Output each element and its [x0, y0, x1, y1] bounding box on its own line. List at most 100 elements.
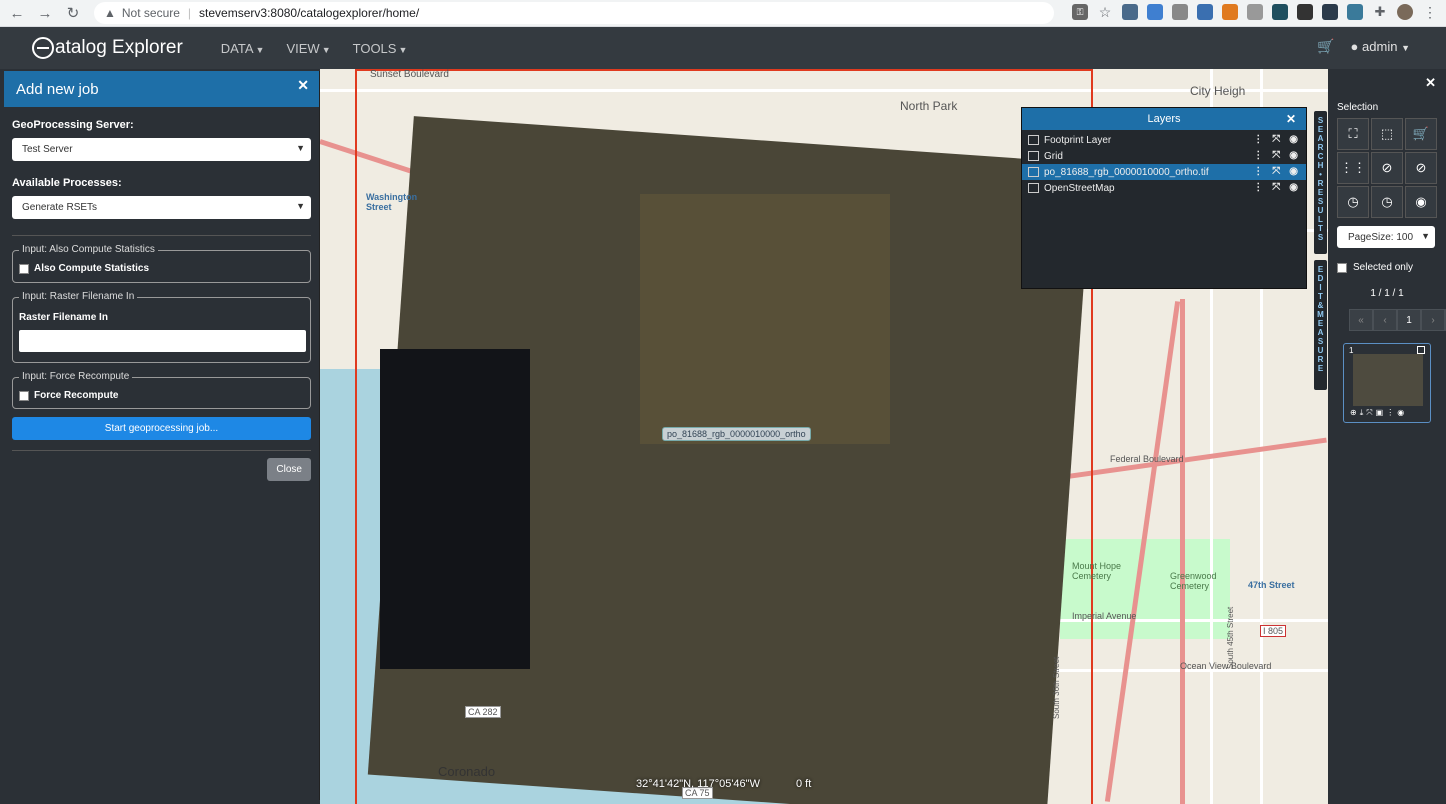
eye-icon[interactable]: ◉	[1397, 408, 1404, 418]
compute-stats-label: Also Compute Statistics	[34, 263, 150, 274]
selection-label: Selection	[1337, 102, 1379, 113]
reload-icon[interactable]: ↻	[62, 2, 84, 24]
extension-icon[interactable]	[1247, 4, 1263, 20]
extension-icon[interactable]	[1297, 4, 1313, 20]
selection-tools: ⛶ ⬚ 🛒 ⋮⋮ ⊘ ⊘ ◷ ◷ ◉	[1337, 118, 1437, 218]
eye-icon[interactable]: ◉	[1405, 186, 1437, 218]
profile-avatar[interactable]	[1397, 4, 1413, 20]
layer-row-selected[interactable]: po_81688_rgb_0000010000_ortho.tif ⋮ ⤧ ◉	[1022, 164, 1306, 180]
extension-icons: ⚿ ☆ ✚ ⋮	[1072, 4, 1438, 20]
extension-icon[interactable]	[1222, 4, 1238, 20]
panel-header: Add new job ✕	[4, 71, 319, 107]
chevron-down-icon: ▼	[1421, 231, 1430, 241]
zoom-to-icon[interactable]: ⤧	[1272, 150, 1280, 161]
close-icon[interactable]: ✕	[297, 77, 309, 94]
tab-search-results[interactable]: SEARCH•RESULTS	[1314, 111, 1327, 254]
eye-icon[interactable]: ◉	[1289, 182, 1298, 193]
footprint-boundary	[355, 69, 357, 804]
page-size-select[interactable]: PageSize: 100 ▼	[1337, 226, 1435, 248]
select-checkbox-icon[interactable]	[1417, 346, 1425, 354]
map-label: I 805	[1260, 625, 1287, 637]
process-select[interactable]: Generate RSETs ▼	[12, 196, 311, 219]
raster-filename-input[interactable]	[19, 330, 306, 352]
box-select-icon[interactable]: ⬚	[1371, 118, 1403, 150]
selected-only-checkbox[interactable]	[1337, 262, 1347, 273]
pagination: « ‹ 1 › »	[1349, 309, 1446, 331]
start-job-button[interactable]: Start geoprocessing job...	[12, 417, 311, 440]
brand-logo[interactable]: atalog Explorer	[32, 37, 183, 59]
globe-icon	[32, 37, 54, 59]
layer-row[interactable]: Grid ⋮ ⤧ ◉	[1022, 148, 1306, 164]
extension-icon[interactable]	[1322, 4, 1338, 20]
force-recompute-label: Force Recompute	[34, 390, 119, 401]
map-label: Mount Hope Cemetery	[1072, 561, 1122, 581]
selected-only-row: Selected only	[1337, 262, 1413, 273]
kebab-icon[interactable]: ⋮	[1253, 182, 1263, 193]
current-page[interactable]: 1	[1397, 309, 1421, 331]
clock-a-icon[interactable]: ◷	[1371, 186, 1403, 218]
layer-row[interactable]: Footprint Layer ⋮ ⤧ ◉	[1022, 132, 1306, 148]
next-page-icon[interactable]: ›	[1421, 309, 1445, 331]
extension-icon[interactable]	[1122, 4, 1138, 20]
select-all-icon[interactable]: ⛶	[1337, 118, 1369, 150]
layer-row[interactable]: OpenStreetMap ⋮ ⤧ ◉	[1022, 180, 1306, 196]
star-icon[interactable]: ☆	[1097, 4, 1113, 20]
globe-icon[interactable]: ⊕	[1350, 408, 1357, 418]
raster-tag[interactable]: po_81688_rgb_0000010000_ortho	[662, 427, 811, 441]
process-value: Generate RSETs	[22, 202, 98, 213]
extension-icon[interactable]	[1272, 4, 1288, 20]
prev-page-icon[interactable]: ‹	[1373, 309, 1397, 331]
extension-icon[interactable]	[1347, 4, 1363, 20]
user-menu[interactable]: ● admin ▼	[1351, 39, 1410, 54]
cart-icon[interactable]: 🛒	[1405, 118, 1437, 150]
extension-icon[interactable]	[1197, 4, 1213, 20]
key-icon[interactable]: ⚿	[1072, 4, 1088, 20]
eye-icon[interactable]: ◉	[1289, 134, 1298, 145]
fieldset-force-recompute: Input: Force Recompute Force Recompute	[12, 371, 311, 409]
hide-unselected-icon[interactable]: ⊘	[1405, 152, 1437, 184]
kebab-icon[interactable]: ⋮	[1253, 134, 1263, 145]
eye-icon[interactable]: ◉	[1289, 150, 1298, 161]
zoom-to-icon[interactable]: ⤧	[1272, 182, 1280, 193]
url-separator: |	[187, 6, 192, 20]
kebab-icon[interactable]: ⋮	[1386, 408, 1394, 418]
layer-name: Grid	[1044, 150, 1063, 162]
close-button[interactable]: Close	[267, 458, 311, 481]
extension-icon[interactable]	[1147, 4, 1163, 20]
address-bar[interactable]: ▲ Not secure | stevemserv3:8080/cataloge…	[94, 2, 1054, 24]
hide-selected-icon[interactable]: ⊘	[1371, 152, 1403, 184]
download-icon[interactable]: ⤓	[1360, 408, 1364, 418]
kebab-icon[interactable]: ⋮	[1253, 150, 1263, 161]
menu-tools[interactable]: TOOLS ▼	[349, 37, 412, 60]
menu-data[interactable]: DATA ▼	[217, 37, 269, 60]
compute-stats-checkbox[interactable]	[19, 263, 29, 274]
cart-icon[interactable]: ▣	[1376, 408, 1384, 418]
zoom-to-icon[interactable]: ⤧	[1272, 134, 1280, 145]
grid-select-icon[interactable]: ⋮⋮	[1337, 152, 1369, 184]
first-page-icon[interactable]: «	[1349, 309, 1373, 331]
clock-r-icon[interactable]: ◷	[1337, 186, 1369, 218]
eye-icon[interactable]: ◉	[1289, 166, 1298, 177]
menu-view[interactable]: VIEW ▼	[282, 37, 334, 60]
extension-icon[interactable]	[1172, 4, 1188, 20]
zoom-to-icon[interactable]: ⤧	[1272, 166, 1280, 177]
grid-layer-icon	[1028, 151, 1039, 161]
kebab-icon[interactable]: ⋮	[1253, 166, 1263, 177]
close-icon[interactable]: ✕	[1286, 112, 1296, 126]
force-recompute-checkbox[interactable]	[19, 390, 29, 401]
caret-down-icon: ▼	[255, 44, 265, 55]
tab-edit-measure[interactable]: EDIT&MEASURE	[1314, 260, 1327, 390]
kebab-menu-icon[interactable]: ⋮	[1422, 4, 1438, 20]
forward-icon[interactable]: →	[34, 2, 56, 24]
result-thumbnail[interactable]	[1353, 354, 1423, 406]
add-job-panel: Add new job ✕ GeoProcessing Server: Test…	[4, 71, 320, 800]
result-card[interactable]: 1 ⊕ ⤓ ⤧ ▣ ⋮ ◉	[1343, 343, 1431, 423]
close-icon[interactable]: ✕	[1425, 75, 1436, 91]
puzzle-icon[interactable]: ✚	[1372, 4, 1388, 20]
cart-icon[interactable]: 🛒	[1317, 38, 1334, 55]
server-select[interactable]: Test Server ▼	[12, 138, 311, 161]
main-menu: DATA ▼ VIEW ▼ TOOLS ▼	[217, 37, 412, 60]
back-icon[interactable]: ←	[6, 2, 28, 24]
zoom-to-icon[interactable]: ⤧	[1366, 408, 1372, 418]
result-tools: ⊕ ⤓ ⤧ ▣ ⋮ ◉	[1350, 408, 1404, 418]
